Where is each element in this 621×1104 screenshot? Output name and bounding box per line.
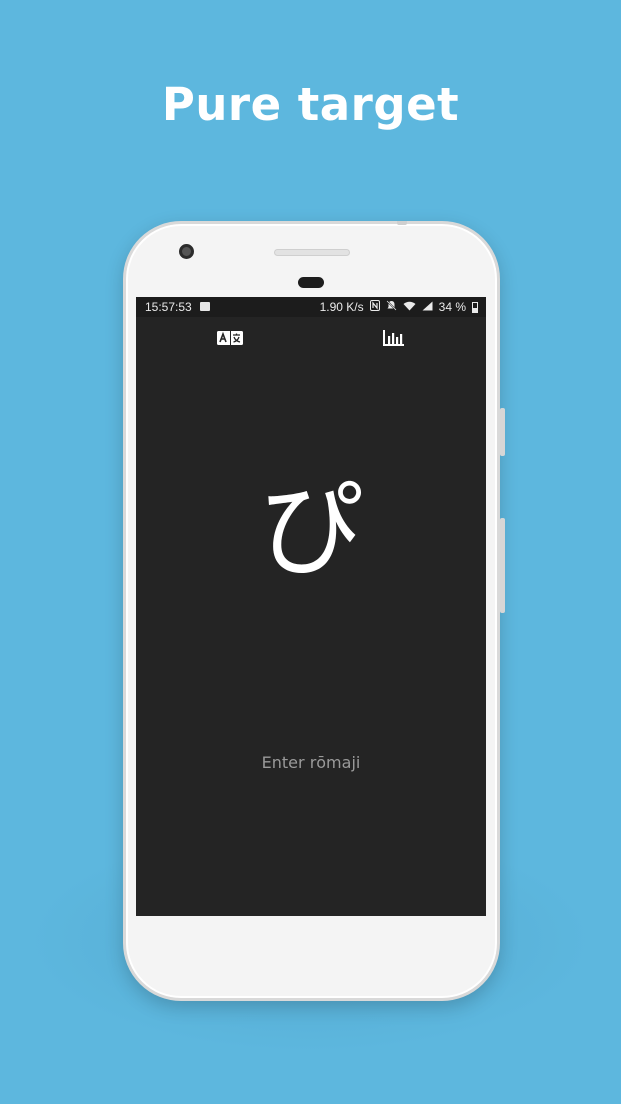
front-camera [179,244,194,259]
stats-chart-icon[interactable] [383,330,405,346]
battery-icon [472,301,478,313]
status-right-group: 1.90 K/s 34 % [320,300,478,314]
phone-top-button [397,221,407,225]
signal-icon [422,301,433,314]
battery-percent: 34 % [438,300,466,314]
status-time: 15:57:53 [145,300,192,314]
translate-icon[interactable] [217,330,243,346]
kana-character: ぴ [258,469,363,591]
status-bar: 15:57:53 1.90 K/s 34 % [136,297,486,317]
mute-icon [386,300,397,314]
earpiece-speaker [274,249,350,256]
promo-page: Pure target 15:57:53 1.90 K/s 34 % ぴ Ent… [0,0,621,1104]
phone-volume-button [500,518,505,613]
phone-screen: 15:57:53 1.90 K/s 34 % ぴ Enter rōmaji [136,297,486,916]
image-icon [200,302,210,311]
nfc-icon [369,300,380,314]
network-speed: 1.90 K/s [319,300,364,314]
romaji-input[interactable] [211,749,411,775]
wifi-icon [403,301,416,314]
proximity-sensor [298,277,324,288]
phone-power-button [500,408,505,456]
promo-headline: Pure target [161,78,460,131]
